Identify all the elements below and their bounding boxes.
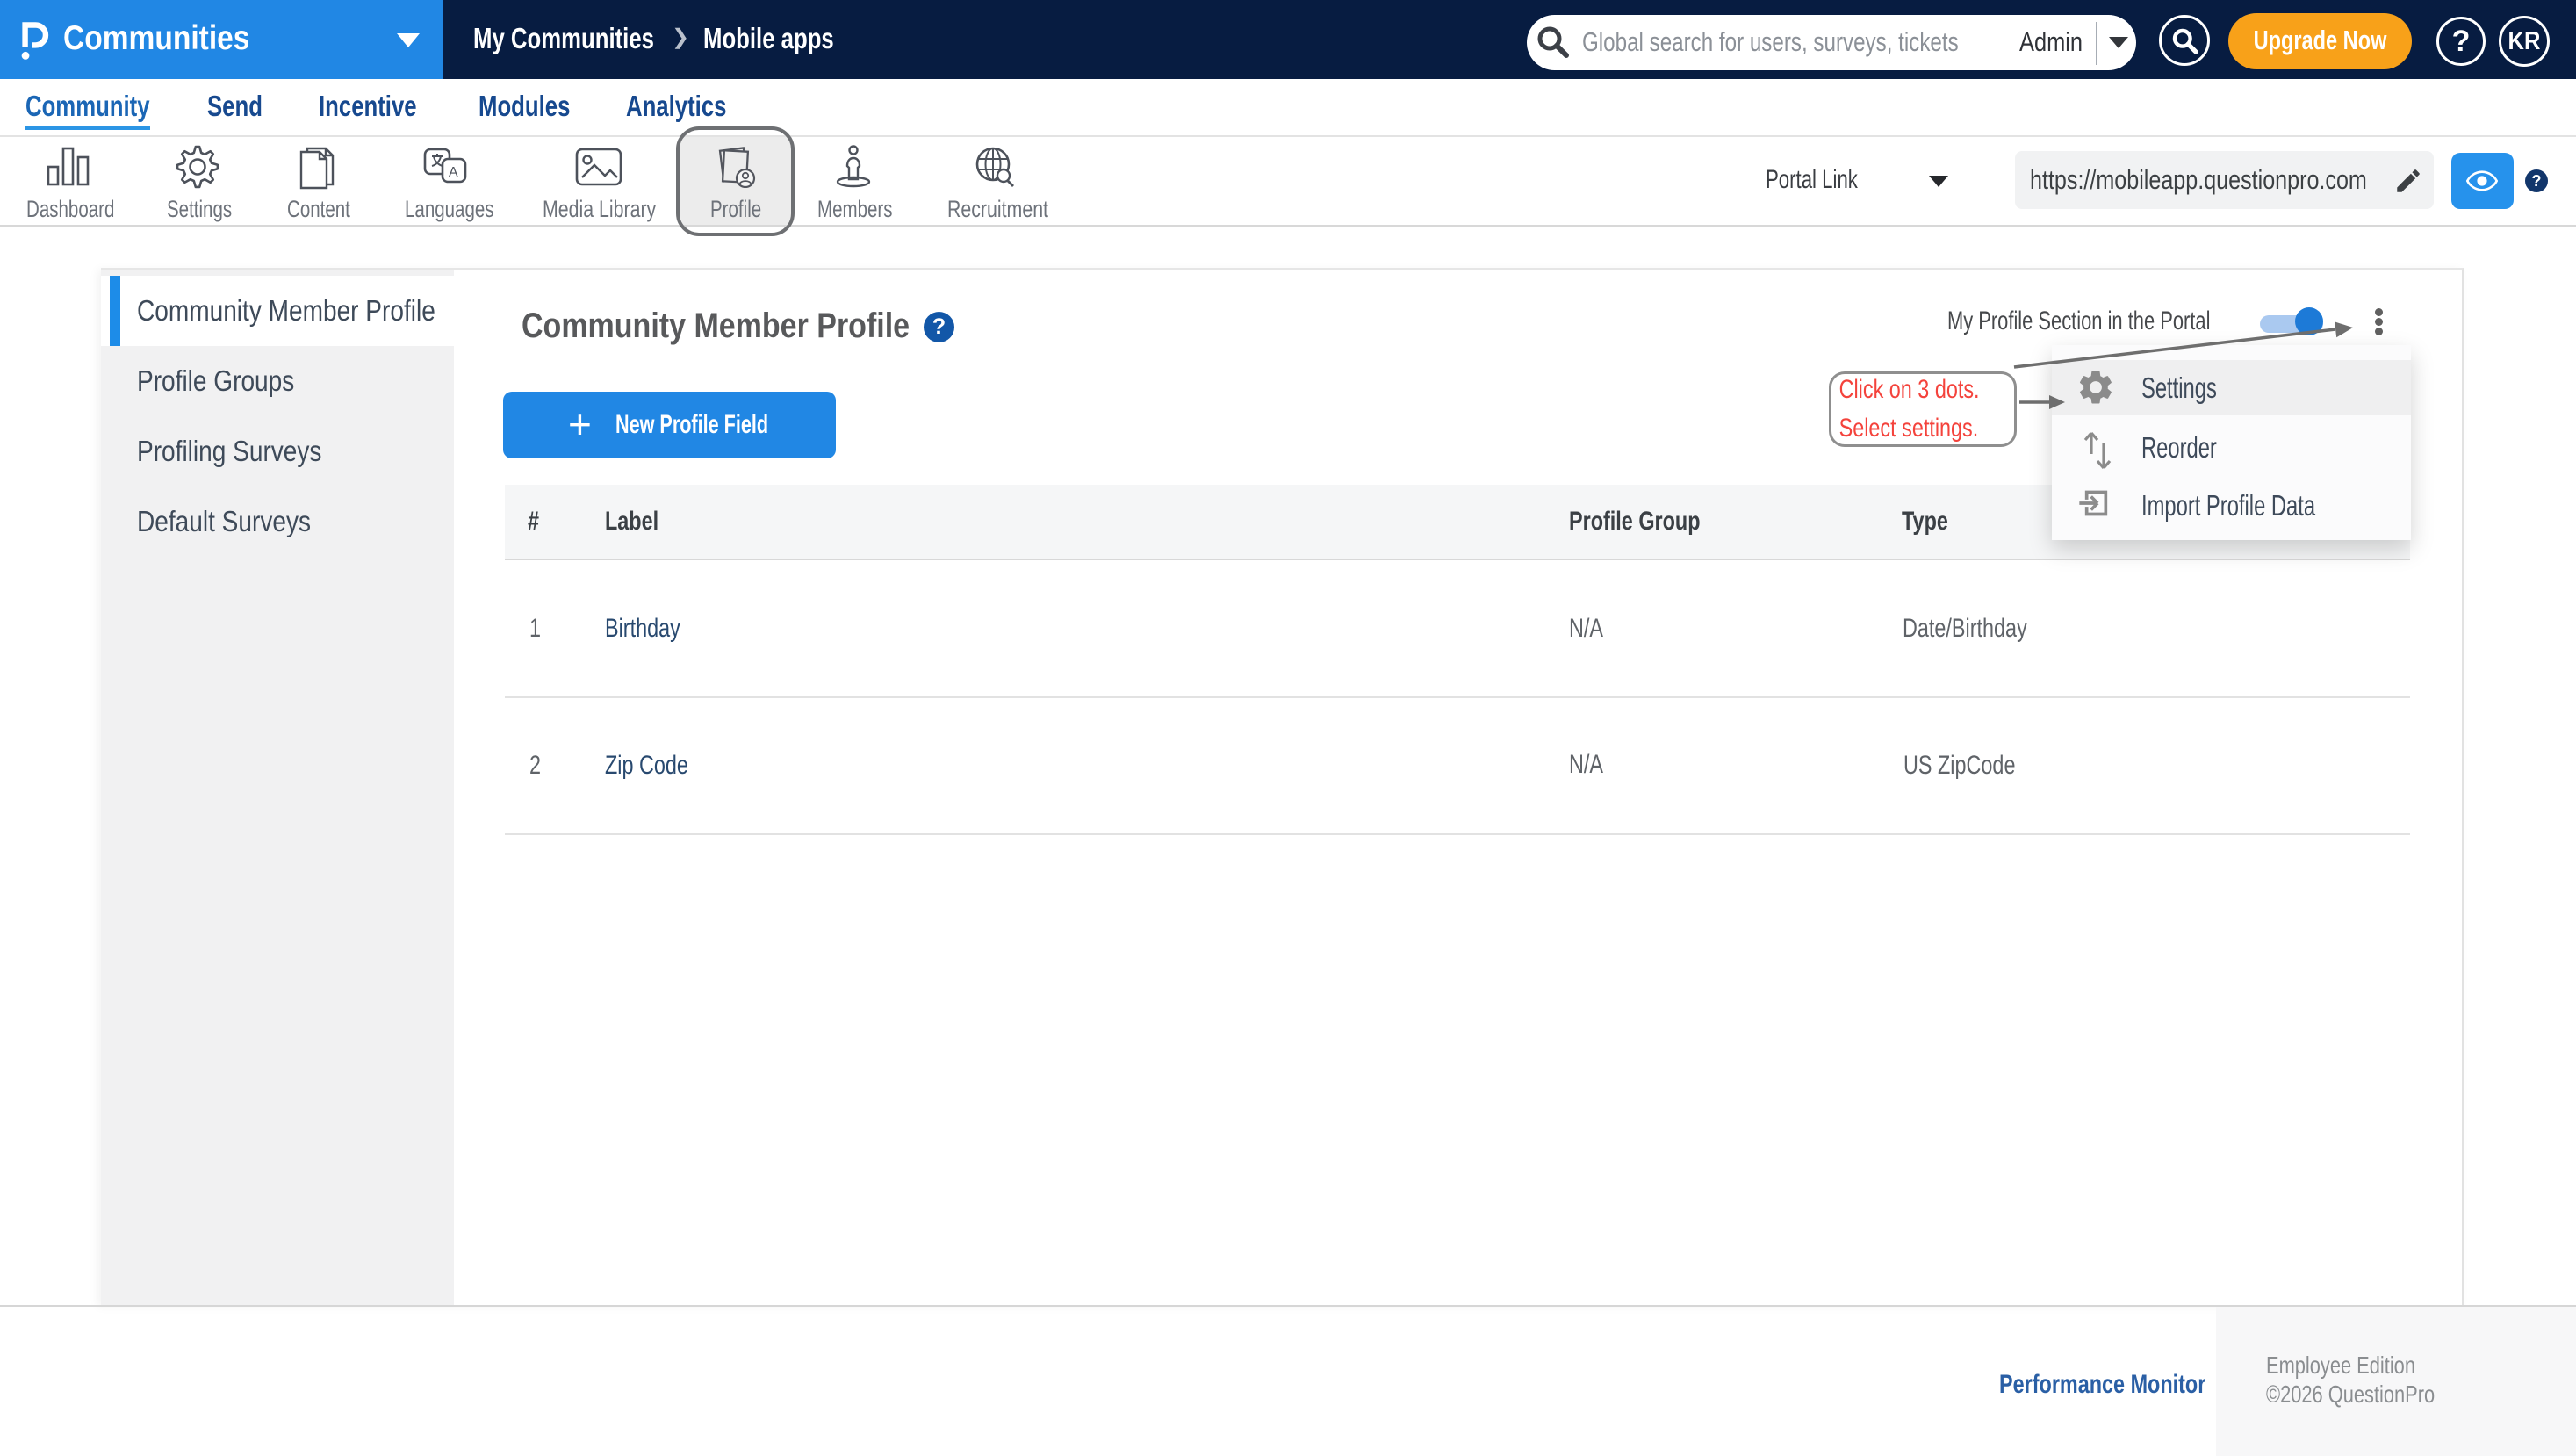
svg-text:A: A [449,165,458,180]
